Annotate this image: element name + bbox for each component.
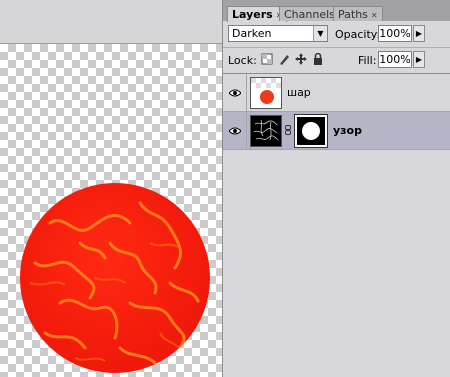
canvas-top-gray-area [0, 0, 222, 44]
blend-mode-select[interactable]: Darken ▼ [228, 25, 328, 42]
tab-paths-label: Paths [338, 8, 368, 21]
lock-label: Lock: [228, 54, 257, 67]
tab-layers-label: Layers [232, 8, 273, 21]
layer-name[interactable]: шар [287, 86, 311, 99]
flyout-arrow-icon[interactable]: ▶ [413, 25, 425, 42]
tab-paths[interactable]: Paths ✕ [333, 6, 383, 21]
blend-mode-value: Darken [232, 27, 272, 40]
layer-thumbnail[interactable] [250, 77, 282, 109]
visibility-toggle[interactable] [223, 74, 247, 111]
fill-input[interactable]: 100% [378, 51, 412, 68]
layer-thumbnail[interactable] [250, 115, 282, 147]
blend-options-row: Darken ▼ Opacity: 100% ▶ [223, 22, 450, 46]
tab-close-icon[interactable]: ✕ [371, 11, 378, 20]
layer-mask-thumbnail[interactable] [294, 114, 328, 148]
lock-options-row: Lock: Fill: 100% ▶ [223, 48, 450, 72]
link-icon[interactable] [285, 125, 291, 135]
opacity-input[interactable]: 100% [378, 25, 412, 42]
layer-row-uzor[interactable]: узор [223, 112, 450, 150]
mask-circle-icon [297, 117, 325, 145]
opacity-label: Opacity: [335, 28, 381, 41]
eye-icon[interactable] [228, 127, 241, 135]
flyout-arrow-icon[interactable]: ▶ [413, 51, 425, 68]
palette-tab-bar: Layers✕ Channels✕ Paths✕ [223, 0, 450, 22]
red-sphere-artwork [20, 183, 210, 373]
lock-all-icon[interactable] [312, 52, 324, 65]
sphere-thumbnail-icon [251, 78, 281, 108]
visibility-toggle[interactable] [223, 112, 247, 149]
fill-label: Fill: [358, 54, 377, 67]
lava-pattern [29, 201, 200, 365]
layer-name[interactable]: узор [333, 124, 362, 137]
tab-channels-label: Channels [284, 8, 335, 21]
lock-move-icon[interactable] [295, 53, 307, 65]
dropdown-arrow-icon[interactable]: ▼ [313, 26, 327, 41]
empty-layers-area [223, 150, 450, 377]
pattern-thumbnail-icon [251, 116, 281, 146]
lock-transparent-icon[interactable] [261, 53, 273, 65]
lock-paint-icon[interactable] [278, 53, 290, 65]
layers-palette: Layers✕ Channels✕ Paths✕ Darken ▼ Opacit… [222, 0, 450, 377]
layer-row-shar[interactable]: шар [223, 74, 450, 112]
document-canvas[interactable] [0, 0, 222, 377]
eye-icon[interactable] [228, 89, 241, 97]
